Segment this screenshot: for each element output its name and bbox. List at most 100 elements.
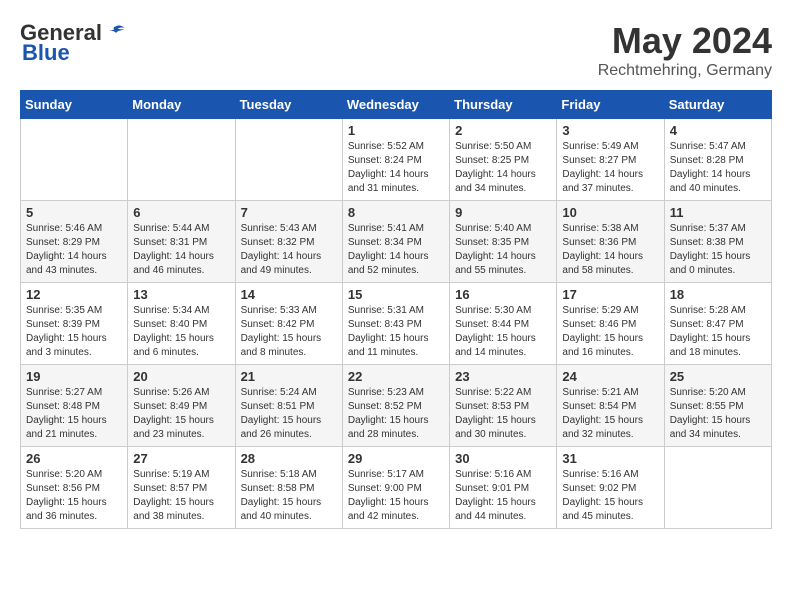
calendar-cell: 15 Sunrise: 5:31 AM Sunset: 8:43 PM Dayli… bbox=[342, 283, 449, 365]
calendar-header-row: SundayMondayTuesdayWednesdayThursdayFrid… bbox=[21, 91, 772, 119]
calendar-week-row: 12 Sunrise: 5:35 AM Sunset: 8:39 PM Dayli… bbox=[21, 283, 772, 365]
day-number: 13 bbox=[133, 287, 229, 302]
calendar-cell: 8Sunrise: 5:41 AM Sunset: 8:34 PM Daylig… bbox=[342, 201, 449, 283]
calendar-cell: 28 Sunrise: 5:18 AM Sunset: 8:58 PM Dayli… bbox=[235, 447, 342, 529]
calendar-week-row: 19 Sunrise: 5:27 AM Sunset: 8:48 PM Dayli… bbox=[21, 365, 772, 447]
day-info: Sunrise: 5:16 AM Sunset: 9:02 PM Dayligh… bbox=[562, 468, 658, 524]
calendar-cell bbox=[128, 119, 235, 201]
day-number: 12 bbox=[26, 287, 122, 302]
day-number: 19 bbox=[26, 369, 122, 384]
day-number: 14 bbox=[241, 287, 337, 302]
calendar-cell: 21Sunrise: 5:24 AM Sunset: 8:51 PM Dayli… bbox=[235, 365, 342, 447]
calendar-cell: 7 Sunrise: 5:43 AM Sunset: 8:32 PM Daylig… bbox=[235, 201, 342, 283]
calendar-cell: 9 Sunrise: 5:40 AM Sunset: 8:35 PM Daylig… bbox=[450, 201, 557, 283]
column-header-friday: Friday bbox=[557, 91, 664, 119]
day-info: Sunrise: 5:31 AM Sunset: 8:43 PM Dayligh… bbox=[348, 304, 444, 360]
calendar-cell: 6Sunrise: 5:44 AM Sunset: 8:31 PM Daylig… bbox=[128, 201, 235, 283]
day-info: Sunrise: 5:17 AM Sunset: 9:00 PM Dayligh… bbox=[348, 468, 444, 524]
day-info: Sunrise: 5:16 AM Sunset: 9:01 PM Dayligh… bbox=[455, 468, 551, 524]
day-number: 29 bbox=[348, 451, 444, 466]
day-info: Sunrise: 5:34 AM Sunset: 8:40 PM Dayligh… bbox=[133, 304, 229, 360]
calendar-cell: 10 Sunrise: 5:38 AM Sunset: 8:36 PM Dayli… bbox=[557, 201, 664, 283]
calendar-cell: 5Sunrise: 5:46 AM Sunset: 8:29 PM Daylig… bbox=[21, 201, 128, 283]
logo-bird-icon bbox=[106, 23, 126, 43]
column-header-thursday: Thursday bbox=[450, 91, 557, 119]
logo-blue: Blue bbox=[22, 40, 70, 66]
day-number: 3 bbox=[562, 123, 658, 138]
column-header-monday: Monday bbox=[128, 91, 235, 119]
calendar-cell: 19 Sunrise: 5:27 AM Sunset: 8:48 PM Dayli… bbox=[21, 365, 128, 447]
day-number: 20 bbox=[133, 369, 229, 384]
calendar-cell: 22 Sunrise: 5:23 AM Sunset: 8:52 PM Dayli… bbox=[342, 365, 449, 447]
day-number: 25 bbox=[670, 369, 766, 384]
day-info: Sunrise: 5:26 AM Sunset: 8:49 PM Dayligh… bbox=[133, 386, 229, 442]
day-number: 23 bbox=[455, 369, 551, 384]
day-number: 26 bbox=[26, 451, 122, 466]
day-info: Sunrise: 5:29 AM Sunset: 8:46 PM Dayligh… bbox=[562, 304, 658, 360]
column-header-tuesday: Tuesday bbox=[235, 91, 342, 119]
day-number: 7 bbox=[241, 205, 337, 220]
day-number: 27 bbox=[133, 451, 229, 466]
calendar-cell: 2Sunrise: 5:50 AM Sunset: 8:25 PM Daylig… bbox=[450, 119, 557, 201]
calendar-table: SundayMondayTuesdayWednesdayThursdayFrid… bbox=[20, 90, 772, 529]
calendar-cell: 25 Sunrise: 5:20 AM Sunset: 8:55 PM Dayli… bbox=[664, 365, 771, 447]
calendar-cell: 1 Sunrise: 5:52 AM Sunset: 8:24 PM Daylig… bbox=[342, 119, 449, 201]
day-info: Sunrise: 5:30 AM Sunset: 8:44 PM Dayligh… bbox=[455, 304, 551, 360]
calendar-cell bbox=[664, 447, 771, 529]
column-header-sunday: Sunday bbox=[21, 91, 128, 119]
day-number: 22 bbox=[348, 369, 444, 384]
day-number: 11 bbox=[670, 205, 766, 220]
column-header-saturday: Saturday bbox=[664, 91, 771, 119]
day-info: Sunrise: 5:49 AM Sunset: 8:27 PM Dayligh… bbox=[562, 140, 658, 196]
calendar-cell: 24 Sunrise: 5:21 AM Sunset: 8:54 PM Dayli… bbox=[557, 365, 664, 447]
day-info: Sunrise: 5:52 AM Sunset: 8:24 PM Dayligh… bbox=[348, 140, 444, 196]
day-number: 28 bbox=[241, 451, 337, 466]
month-title: May 2024 bbox=[598, 20, 772, 62]
calendar-cell: 17 Sunrise: 5:29 AM Sunset: 8:46 PM Dayli… bbox=[557, 283, 664, 365]
calendar-cell: 12 Sunrise: 5:35 AM Sunset: 8:39 PM Dayli… bbox=[21, 283, 128, 365]
day-number: 1 bbox=[348, 123, 444, 138]
day-number: 8 bbox=[348, 205, 444, 220]
day-number: 4 bbox=[670, 123, 766, 138]
day-number: 9 bbox=[455, 205, 551, 220]
calendar-week-row: 1 Sunrise: 5:52 AM Sunset: 8:24 PM Daylig… bbox=[21, 119, 772, 201]
day-info: Sunrise: 5:21 AM Sunset: 8:54 PM Dayligh… bbox=[562, 386, 658, 442]
day-info: Sunrise: 5:20 AM Sunset: 8:55 PM Dayligh… bbox=[670, 386, 766, 442]
day-info: Sunrise: 5:33 AM Sunset: 8:42 PM Dayligh… bbox=[241, 304, 337, 360]
logo: General Blue bbox=[20, 20, 126, 66]
day-info: Sunrise: 5:27 AM Sunset: 8:48 PM Dayligh… bbox=[26, 386, 122, 442]
calendar-cell: 18Sunrise: 5:28 AM Sunset: 8:47 PM Dayli… bbox=[664, 283, 771, 365]
day-info: Sunrise: 5:24 AM Sunset: 8:51 PM Dayligh… bbox=[241, 386, 337, 442]
calendar-cell: 13 Sunrise: 5:34 AM Sunset: 8:40 PM Dayli… bbox=[128, 283, 235, 365]
day-number: 6 bbox=[133, 205, 229, 220]
calendar-cell: 3 Sunrise: 5:49 AM Sunset: 8:27 PM Daylig… bbox=[557, 119, 664, 201]
calendar-cell: 20 Sunrise: 5:26 AM Sunset: 8:49 PM Dayli… bbox=[128, 365, 235, 447]
calendar-cell: 29 Sunrise: 5:17 AM Sunset: 9:00 PM Dayli… bbox=[342, 447, 449, 529]
page-header: General Blue May 2024 Rechtmehring, Germ… bbox=[20, 20, 772, 80]
day-info: Sunrise: 5:50 AM Sunset: 8:25 PM Dayligh… bbox=[455, 140, 551, 196]
day-info: Sunrise: 5:23 AM Sunset: 8:52 PM Dayligh… bbox=[348, 386, 444, 442]
title-block: May 2024 Rechtmehring, Germany bbox=[598, 20, 772, 80]
calendar-cell: 30 Sunrise: 5:16 AM Sunset: 9:01 PM Dayli… bbox=[450, 447, 557, 529]
day-number: 24 bbox=[562, 369, 658, 384]
day-number: 16 bbox=[455, 287, 551, 302]
day-info: Sunrise: 5:46 AM Sunset: 8:29 PM Dayligh… bbox=[26, 222, 122, 278]
day-info: Sunrise: 5:47 AM Sunset: 8:28 PM Dayligh… bbox=[670, 140, 766, 196]
day-info: Sunrise: 5:35 AM Sunset: 8:39 PM Dayligh… bbox=[26, 304, 122, 360]
calendar-cell bbox=[235, 119, 342, 201]
day-info: Sunrise: 5:43 AM Sunset: 8:32 PM Dayligh… bbox=[241, 222, 337, 278]
day-number: 30 bbox=[455, 451, 551, 466]
day-number: 31 bbox=[562, 451, 658, 466]
calendar-cell: 14 Sunrise: 5:33 AM Sunset: 8:42 PM Dayli… bbox=[235, 283, 342, 365]
day-number: 17 bbox=[562, 287, 658, 302]
location-subtitle: Rechtmehring, Germany bbox=[598, 62, 772, 80]
day-number: 10 bbox=[562, 205, 658, 220]
day-info: Sunrise: 5:38 AM Sunset: 8:36 PM Dayligh… bbox=[562, 222, 658, 278]
calendar-cell: 26Sunrise: 5:20 AM Sunset: 8:56 PM Dayli… bbox=[21, 447, 128, 529]
day-info: Sunrise: 5:40 AM Sunset: 8:35 PM Dayligh… bbox=[455, 222, 551, 278]
day-number: 15 bbox=[348, 287, 444, 302]
day-number: 18 bbox=[670, 287, 766, 302]
day-info: Sunrise: 5:18 AM Sunset: 8:58 PM Dayligh… bbox=[241, 468, 337, 524]
calendar-cell: 4 Sunrise: 5:47 AM Sunset: 8:28 PM Daylig… bbox=[664, 119, 771, 201]
calendar-cell: 27Sunrise: 5:19 AM Sunset: 8:57 PM Dayli… bbox=[128, 447, 235, 529]
